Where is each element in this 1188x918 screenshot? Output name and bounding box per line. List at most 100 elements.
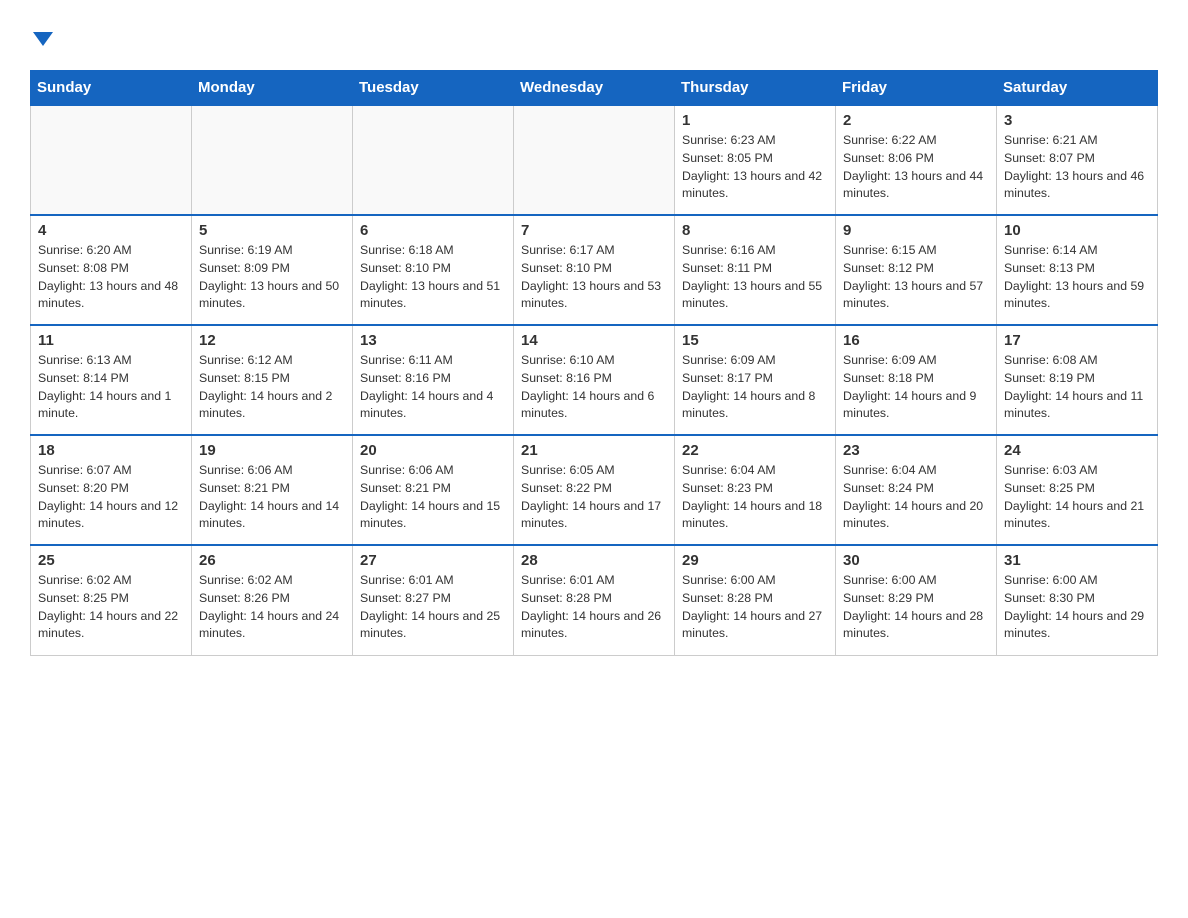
- header-row: SundayMondayTuesdayWednesdayThursdayFrid…: [31, 71, 1158, 106]
- calendar-week-5: 25 Sunrise: 6:02 AM Sunset: 8:25 PM Dayli…: [31, 545, 1158, 655]
- calendar-cell: 22 Sunrise: 6:04 AM Sunset: 8:23 PM Dayli…: [675, 435, 836, 545]
- logo: [30, 20, 53, 50]
- calendar-cell: 14Sunrise: 6:10 AM Sunset: 8:16 PM Dayli…: [514, 325, 675, 435]
- day-info: Sunrise: 6:09 AM Sunset: 8:18 PM Dayligh…: [843, 352, 989, 423]
- weekday-header-saturday: Saturday: [997, 71, 1158, 106]
- weekday-header-monday: Monday: [192, 71, 353, 106]
- day-number: 1: [682, 112, 828, 129]
- calendar-cell: 18 Sunrise: 6:07 AM Sunset: 8:20 PM Dayli…: [31, 435, 192, 545]
- day-number: 27: [360, 552, 506, 569]
- day-info: Sunrise: 6:16 AM Sunset: 8:11 PM Dayligh…: [682, 242, 828, 313]
- day-number: 12: [199, 332, 345, 349]
- day-info: Sunrise: 6:12 AM Sunset: 8:15 PM Dayligh…: [199, 352, 345, 423]
- day-info: Sunrise: 6:01 AM Sunset: 8:27 PM Dayligh…: [360, 572, 506, 643]
- day-info: Sunrise: 6:11 AM Sunset: 8:16 PM Dayligh…: [360, 352, 506, 423]
- day-number: 15: [682, 332, 828, 349]
- calendar-cell: 13 Sunrise: 6:11 AM Sunset: 8:16 PM Dayli…: [353, 325, 514, 435]
- calendar-cell: 17 Sunrise: 6:08 AM Sunset: 8:19 PM Dayli…: [997, 325, 1158, 435]
- logo-triangle-icon: [33, 32, 53, 46]
- calendar-week-3: 11Sunrise: 6:13 AM Sunset: 8:14 PM Dayli…: [31, 325, 1158, 435]
- calendar-cell: 5 Sunrise: 6:19 AM Sunset: 8:09 PM Daylig…: [192, 215, 353, 325]
- day-number: 23: [843, 442, 989, 459]
- calendar-cell: 26 Sunrise: 6:02 AM Sunset: 8:26 PM Dayli…: [192, 545, 353, 655]
- day-info: Sunrise: 6:13 AM Sunset: 8:14 PM Dayligh…: [38, 352, 184, 423]
- day-number: 10: [1004, 222, 1150, 239]
- calendar-cell: 7Sunrise: 6:17 AM Sunset: 8:10 PM Daylig…: [514, 215, 675, 325]
- calendar-cell: 11Sunrise: 6:13 AM Sunset: 8:14 PM Dayli…: [31, 325, 192, 435]
- day-number: 4: [38, 222, 184, 239]
- day-number: 31: [1004, 552, 1150, 569]
- day-number: 22: [682, 442, 828, 459]
- calendar-cell: 16 Sunrise: 6:09 AM Sunset: 8:18 PM Dayli…: [836, 325, 997, 435]
- day-info: Sunrise: 6:08 AM Sunset: 8:19 PM Dayligh…: [1004, 352, 1150, 423]
- calendar-week-2: 4 Sunrise: 6:20 AM Sunset: 8:08 PM Daylig…: [31, 215, 1158, 325]
- calendar-week-4: 18 Sunrise: 6:07 AM Sunset: 8:20 PM Dayli…: [31, 435, 1158, 545]
- day-number: 5: [199, 222, 345, 239]
- day-number: 21: [521, 442, 667, 459]
- calendar-cell: 2 Sunrise: 6:22 AM Sunset: 8:06 PM Daylig…: [836, 105, 997, 215]
- day-info: Sunrise: 6:21 AM Sunset: 8:07 PM Dayligh…: [1004, 132, 1150, 203]
- calendar-cell: 28Sunrise: 6:01 AM Sunset: 8:28 PM Dayli…: [514, 545, 675, 655]
- weekday-header-friday: Friday: [836, 71, 997, 106]
- day-info: Sunrise: 6:07 AM Sunset: 8:20 PM Dayligh…: [38, 462, 184, 533]
- calendar-header: SundayMondayTuesdayWednesdayThursdayFrid…: [31, 71, 1158, 106]
- day-info: Sunrise: 6:04 AM Sunset: 8:23 PM Dayligh…: [682, 462, 828, 533]
- day-number: 17: [1004, 332, 1150, 349]
- calendar-cell: 27 Sunrise: 6:01 AM Sunset: 8:27 PM Dayli…: [353, 545, 514, 655]
- weekday-header-wednesday: Wednesday: [514, 71, 675, 106]
- page-header: [30, 20, 1158, 50]
- weekday-header-thursday: Thursday: [675, 71, 836, 106]
- day-info: Sunrise: 6:14 AM Sunset: 8:13 PM Dayligh…: [1004, 242, 1150, 313]
- day-info: Sunrise: 6:05 AM Sunset: 8:22 PM Dayligh…: [521, 462, 667, 533]
- calendar-cell: [31, 105, 192, 215]
- calendar-cell: 25 Sunrise: 6:02 AM Sunset: 8:25 PM Dayli…: [31, 545, 192, 655]
- day-info: Sunrise: 6:02 AM Sunset: 8:25 PM Dayligh…: [38, 572, 184, 643]
- calendar-cell: 30 Sunrise: 6:00 AM Sunset: 8:29 PM Dayli…: [836, 545, 997, 655]
- day-info: Sunrise: 6:19 AM Sunset: 8:09 PM Dayligh…: [199, 242, 345, 313]
- day-info: Sunrise: 6:20 AM Sunset: 8:08 PM Dayligh…: [38, 242, 184, 313]
- day-info: Sunrise: 6:01 AM Sunset: 8:28 PM Dayligh…: [521, 572, 667, 643]
- calendar-cell: 21 Sunrise: 6:05 AM Sunset: 8:22 PM Dayli…: [514, 435, 675, 545]
- day-info: Sunrise: 6:09 AM Sunset: 8:17 PM Dayligh…: [682, 352, 828, 423]
- calendar-cell: 3 Sunrise: 6:21 AM Sunset: 8:07 PM Daylig…: [997, 105, 1158, 215]
- day-number: 8: [682, 222, 828, 239]
- calendar-cell: 4 Sunrise: 6:20 AM Sunset: 8:08 PM Daylig…: [31, 215, 192, 325]
- day-info: Sunrise: 6:18 AM Sunset: 8:10 PM Dayligh…: [360, 242, 506, 313]
- calendar-cell: [514, 105, 675, 215]
- calendar-cell: 12 Sunrise: 6:12 AM Sunset: 8:15 PM Dayli…: [192, 325, 353, 435]
- calendar-cell: 15 Sunrise: 6:09 AM Sunset: 8:17 PM Dayli…: [675, 325, 836, 435]
- day-info: Sunrise: 6:03 AM Sunset: 8:25 PM Dayligh…: [1004, 462, 1150, 533]
- day-number: 2: [843, 112, 989, 129]
- day-number: 16: [843, 332, 989, 349]
- day-info: Sunrise: 6:06 AM Sunset: 8:21 PM Dayligh…: [360, 462, 506, 533]
- day-info: Sunrise: 6:23 AM Sunset: 8:05 PM Dayligh…: [682, 132, 828, 203]
- day-number: 26: [199, 552, 345, 569]
- day-info: Sunrise: 6:00 AM Sunset: 8:28 PM Dayligh…: [682, 572, 828, 643]
- calendar-cell: 31Sunrise: 6:00 AM Sunset: 8:30 PM Dayli…: [997, 545, 1158, 655]
- day-number: 20: [360, 442, 506, 459]
- day-info: Sunrise: 6:02 AM Sunset: 8:26 PM Dayligh…: [199, 572, 345, 643]
- calendar-cell: [192, 105, 353, 215]
- calendar-cell: 6 Sunrise: 6:18 AM Sunset: 8:10 PM Daylig…: [353, 215, 514, 325]
- day-number: 29: [682, 552, 828, 569]
- calendar-cell: 8 Sunrise: 6:16 AM Sunset: 8:11 PM Daylig…: [675, 215, 836, 325]
- day-number: 3: [1004, 112, 1150, 129]
- calendar-cell: [353, 105, 514, 215]
- day-info: Sunrise: 6:00 AM Sunset: 8:29 PM Dayligh…: [843, 572, 989, 643]
- calendar-cell: 1 Sunrise: 6:23 AM Sunset: 8:05 PM Daylig…: [675, 105, 836, 215]
- day-number: 18: [38, 442, 184, 459]
- calendar-cell: 24Sunrise: 6:03 AM Sunset: 8:25 PM Dayli…: [997, 435, 1158, 545]
- day-number: 25: [38, 552, 184, 569]
- day-number: 19: [199, 442, 345, 459]
- calendar-cell: 20 Sunrise: 6:06 AM Sunset: 8:21 PM Dayli…: [353, 435, 514, 545]
- calendar-cell: 19Sunrise: 6:06 AM Sunset: 8:21 PM Dayli…: [192, 435, 353, 545]
- day-number: 9: [843, 222, 989, 239]
- day-number: 6: [360, 222, 506, 239]
- day-info: Sunrise: 6:22 AM Sunset: 8:06 PM Dayligh…: [843, 132, 989, 203]
- day-number: 30: [843, 552, 989, 569]
- day-info: Sunrise: 6:04 AM Sunset: 8:24 PM Dayligh…: [843, 462, 989, 533]
- day-number: 13: [360, 332, 506, 349]
- calendar-cell: 23 Sunrise: 6:04 AM Sunset: 8:24 PM Dayli…: [836, 435, 997, 545]
- day-number: 14: [521, 332, 667, 349]
- weekday-header-sunday: Sunday: [31, 71, 192, 106]
